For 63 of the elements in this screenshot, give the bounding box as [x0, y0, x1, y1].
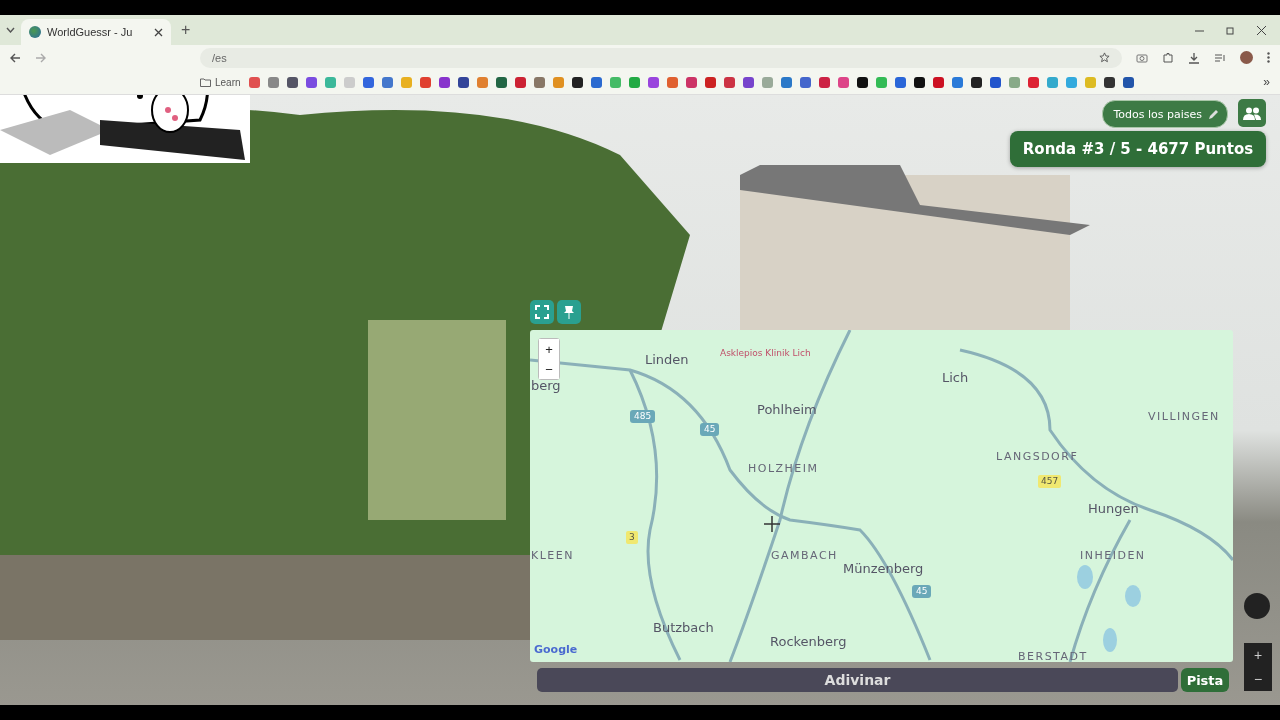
bookmark-icon[interactable] [913, 76, 925, 88]
bookmark-icon[interactable] [989, 76, 1001, 88]
menu-icon[interactable] [1267, 52, 1270, 63]
address-bar[interactable]: /es [200, 47, 1122, 68]
round-banner: Ronda #3 / 5 - 4677 Puntos [1010, 131, 1266, 167]
guess-button[interactable]: Adivinar [537, 668, 1178, 692]
star-icon[interactable] [1099, 52, 1110, 63]
place-label: Rockenberg [770, 634, 847, 650]
close-icon[interactable] [1257, 25, 1266, 35]
map-attribution: Google [534, 643, 578, 656]
bookmark-icon[interactable] [571, 76, 583, 88]
place-label: Linden [645, 352, 689, 368]
road-number: 485 [630, 410, 656, 423]
tab-list-icon[interactable] [6, 27, 15, 33]
road-number: 457 [1038, 475, 1062, 488]
close-icon[interactable] [154, 27, 163, 37]
browser-tab[interactable]: WorldGuessr - Ju [21, 19, 171, 45]
bookmark-icon[interactable] [856, 76, 868, 88]
expand-map-button[interactable] [530, 300, 554, 324]
place-label: VILLINGEN [1148, 410, 1220, 424]
restore-icon[interactable] [1226, 25, 1235, 35]
bookmark-icon[interactable] [286, 76, 298, 88]
pin-icon [563, 305, 575, 319]
bookmark-icon[interactable] [495, 76, 507, 88]
download-icon[interactable] [1188, 51, 1200, 64]
bookmark-icon[interactable] [1122, 76, 1134, 88]
bookmark-icon[interactable] [1103, 76, 1115, 88]
road-number: 45 [912, 585, 932, 598]
place-label: Münzenberg [843, 561, 924, 577]
profile-avatar[interactable] [1240, 51, 1253, 64]
place-label: Pohlheim [757, 402, 817, 418]
place-label: Hungen [1088, 501, 1139, 517]
place-label: Butzbach [653, 620, 714, 636]
pin-map-button[interactable] [557, 300, 581, 324]
place-label: BERSTADT [1018, 650, 1088, 662]
folder-icon [200, 77, 211, 87]
camera-icon[interactable] [1136, 52, 1148, 63]
fullscreen-icon [535, 305, 549, 319]
new-tab-button[interactable]: + [177, 21, 195, 39]
place-label: INHEIDEN [1080, 549, 1146, 563]
poi-label: Asklepios Klinik Lich [720, 348, 811, 359]
crosshair-icon [764, 516, 780, 532]
place-label: berg [531, 378, 561, 394]
road-number: 45 [700, 423, 720, 436]
pencil-icon [1208, 108, 1219, 120]
bookmark-folder[interactable]: Learn [200, 76, 241, 88]
guess-map[interactable]: + − Linden berg Asklepios Klinik Lich Lich Pohlheim VILLINGEN HOLZHEIM LANGSDORF 485 45 457 Hungen 3 KLEEN GAMBACH INHEIDEN Münzenberg 45 Butzbach Rockenberg BERSTADT Google [530, 330, 1233, 662]
bookmark-icon[interactable] [457, 76, 469, 88]
more-bookmarks-button[interactable]: » [1263, 75, 1270, 89]
people-icon [1243, 106, 1261, 120]
region-filter-button[interactable]: Todos los paises [1102, 100, 1228, 128]
place-label: HOLZHEIM [748, 462, 819, 476]
road-number: 3 [626, 531, 638, 544]
hint-button[interactable]: Pista [1181, 668, 1229, 692]
back-icon[interactable] [10, 52, 21, 63]
place-label: GAMBACH [771, 549, 838, 563]
players-button[interactable] [1238, 99, 1266, 127]
place-label: KLEEN [531, 549, 574, 563]
place-label: LANGSDORF [996, 450, 1079, 464]
tab-title: WorldGuessr - Ju [47, 26, 134, 38]
place-label: Lich [942, 370, 969, 386]
globe-icon [29, 26, 41, 38]
bookmark-icon[interactable] [970, 76, 982, 88]
